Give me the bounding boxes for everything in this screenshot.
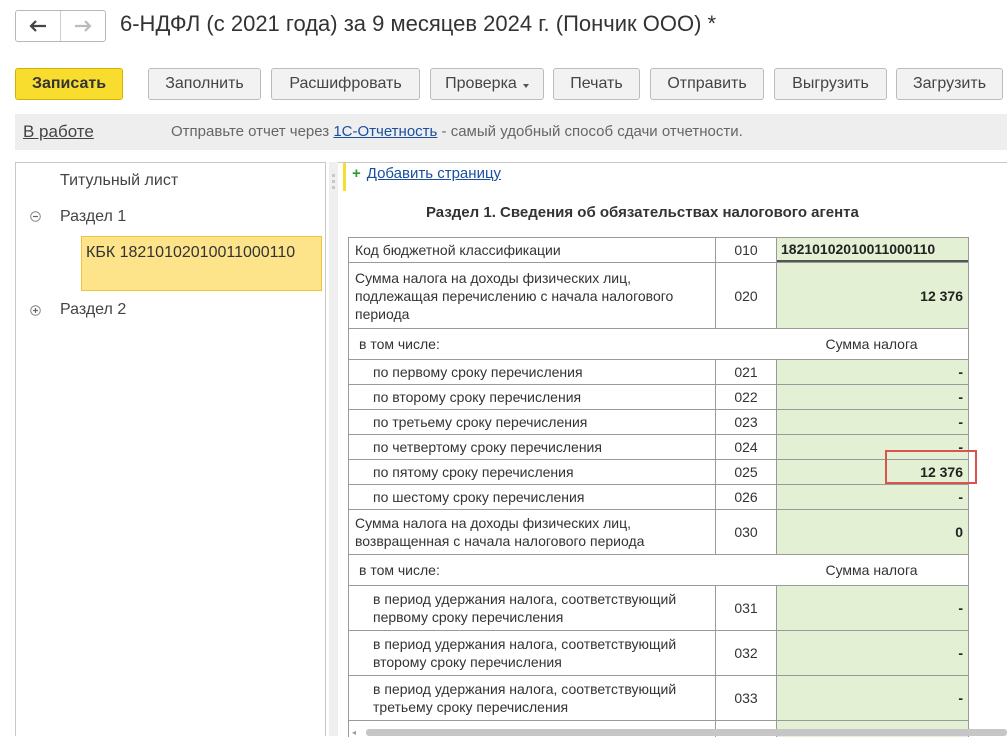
row-label: по второму сроку перечисления [349, 385, 716, 409]
check-button[interactable]: Проверка [430, 68, 544, 100]
row-label: в период удержания налога, соответствующ… [349, 676, 716, 720]
row-code: 021 [716, 360, 777, 384]
forward-button[interactable] [60, 11, 105, 41]
navigation-buttons [15, 10, 106, 42]
tree-item-section-1[interactable]: Раздел 1 [60, 208, 126, 226]
table-row-025: по пятому сроку перечисления 025 12 376 [348, 459, 969, 484]
export-button[interactable]: Выгрузить [774, 68, 887, 100]
save-button[interactable]: Записать [15, 68, 123, 100]
table-row-020: Сумма налога на доходы физических лиц, п… [348, 262, 969, 328]
row-label: в период удержания налога, соответствующ… [349, 586, 716, 630]
row-code: 024 [716, 435, 777, 459]
row-label: Код бюджетной классификации [349, 238, 716, 262]
tree-item-kbk[interactable]: КБК 18210102010011000110 [81, 236, 322, 291]
row-code: 025 [716, 460, 777, 484]
row-code: 010 [716, 238, 777, 262]
row-code: 033 [716, 676, 777, 720]
row-code: 020 [716, 263, 777, 328]
tax-returned-field[interactable]: 0 [777, 510, 968, 554]
print-button[interactable]: Печать [553, 68, 640, 100]
scroll-left-icon[interactable]: ◂ [352, 729, 362, 737]
plus-circle-icon[interactable] [30, 305, 41, 316]
table-row-030: Сумма налога на доходы физических лиц, в… [348, 509, 969, 554]
table-row-024: по четвертому сроку перечисления 024 - [348, 434, 969, 459]
arrow-left-icon [29, 20, 46, 32]
splitter-grip [332, 174, 335, 177]
tax-total-field[interactable]: 12 376 [777, 263, 968, 328]
row-code: 026 [716, 485, 777, 509]
minus-circle-icon[interactable] [30, 211, 41, 222]
row-label: по третьему сроку перечисления [349, 410, 716, 434]
import-button[interactable]: Загрузить [896, 68, 1003, 100]
sections-tree: Титульный лист Раздел 1 КБК 182101020100… [15, 162, 326, 736]
add-page-link[interactable]: + Добавить страницу [352, 165, 501, 182]
highlight-frame [885, 450, 977, 484]
tree-item-title-page[interactable]: Титульный лист [60, 172, 178, 190]
subheader-column-title: Сумма налога [825, 562, 918, 578]
subheader-label: в том числе: [359, 562, 440, 578]
arrow-right-icon [75, 20, 92, 32]
scrollbar-thumb[interactable] [366, 729, 1007, 736]
status-link[interactable]: В работе [23, 122, 94, 142]
active-marker [343, 163, 346, 191]
table-row-023: по третьему сроку перечисления 023 - [348, 409, 969, 434]
decode-button[interactable]: Расшифровать [271, 68, 420, 100]
table-row-022: по второму сроку перечисления 022 - [348, 384, 969, 409]
table-row-010: Код бюджетной классификации 010 18210102… [348, 237, 969, 262]
tree-item-section-2[interactable]: Раздел 2 [60, 301, 126, 319]
row-code: 031 [716, 586, 777, 630]
subheader-column-title: Сумма налога [825, 336, 918, 352]
reporting-service-link[interactable]: 1С-Отчетность [333, 123, 437, 140]
value-field[interactable]: - [777, 676, 968, 720]
splitter-grip [332, 186, 335, 189]
row-label: по четвертому сроку перечисления [349, 435, 716, 459]
info-bar: В работе Отправьте отчет через 1С-Отчетн… [15, 114, 1007, 150]
table-row-026: по шестому сроку перечисления 026 - [348, 484, 969, 509]
row-code: 022 [716, 385, 777, 409]
row-label: Сумма налога на доходы физических лиц, в… [349, 510, 716, 554]
horizontal-scrollbar[interactable]: ◂ [352, 729, 1007, 737]
value-field[interactable]: - [777, 410, 968, 434]
kbk-value-field[interactable]: 18210102010011000110 [777, 238, 968, 262]
table-row-031: в период удержания налога, соответствующ… [348, 585, 969, 630]
value-field[interactable]: - [777, 586, 968, 630]
send-button[interactable]: Отправить [650, 68, 764, 100]
table-row-021: по первому сроку перечисления 021 - [348, 359, 969, 384]
row-label: Сумма налога на доходы физических лиц, п… [349, 263, 716, 328]
chevron-down-icon [522, 83, 529, 88]
row-label: по первому сроку перечисления [349, 360, 716, 384]
plus-icon: + [352, 165, 361, 182]
subheader-label: в том числе: [359, 336, 440, 352]
pane-splitter[interactable] [329, 162, 338, 736]
row-label: в период удержания налога, соответствующ… [349, 631, 716, 675]
row-code: 023 [716, 410, 777, 434]
add-page-label: Добавить страницу [366, 165, 502, 182]
subheader-row: в том числе: Сумма налога [348, 328, 969, 359]
subheader-row: в том числе: Сумма налога [348, 554, 969, 585]
info-message: Отправьте отчет через 1С-Отчетность - са… [171, 123, 743, 140]
info-text-after: - самый удобный способ сдачи отчетности. [437, 123, 743, 140]
row-code: 030 [716, 510, 777, 554]
splitter-grip [332, 180, 335, 183]
row-label: по пятому сроку перечисления [349, 460, 716, 484]
back-button[interactable] [16, 11, 60, 41]
check-button-label: Проверка [445, 75, 517, 92]
table-row-033: в период удержания налога, соответствующ… [348, 675, 969, 720]
value-field[interactable]: - [777, 631, 968, 675]
value-field[interactable]: - [777, 360, 968, 384]
value-field[interactable]: - [777, 485, 968, 509]
table-row-032: в период удержания налога, соответствующ… [348, 630, 969, 675]
row-code: 032 [716, 631, 777, 675]
section-title: Раздел 1. Сведения об обязательствах нал… [426, 204, 859, 221]
window-title: 6-НДФЛ (с 2021 года) за 9 месяцев 2024 г… [120, 11, 717, 36]
fill-button[interactable]: Заполнить [148, 68, 261, 100]
row-label: по шестому сроку перечисления [349, 485, 716, 509]
info-text-before: Отправьте отчет через [171, 123, 334, 140]
value-field[interactable]: - [777, 385, 968, 409]
